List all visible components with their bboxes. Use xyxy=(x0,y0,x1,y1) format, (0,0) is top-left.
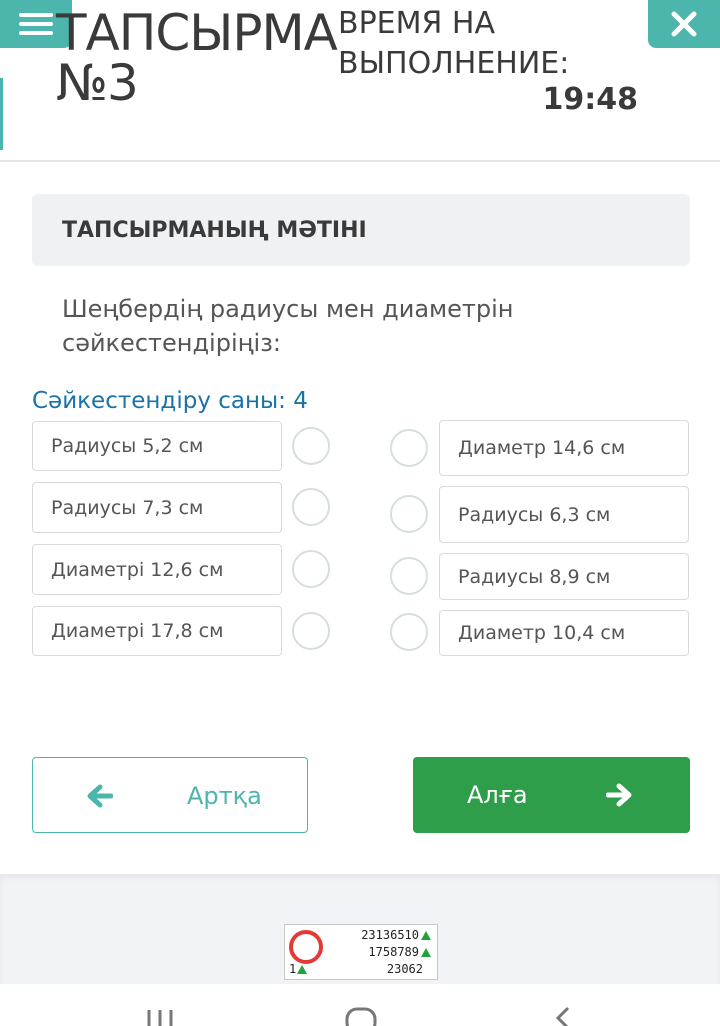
timer-value: 19:48 xyxy=(542,82,639,117)
right-radio-3[interactable] xyxy=(390,557,428,595)
back-button[interactable]: Артқа xyxy=(32,757,308,833)
next-button[interactable]: Алға xyxy=(413,757,690,833)
close-icon xyxy=(671,11,697,37)
close-button[interactable] xyxy=(648,0,720,48)
arrow-left-icon xyxy=(87,784,113,808)
next-button-label: Алға xyxy=(467,781,528,809)
counter-line-3: 23062 xyxy=(386,962,423,976)
task-title-line1: ТАПСЫРМА xyxy=(56,4,338,62)
right-option-2[interactable]: Радиусы 6,3 см xyxy=(439,486,689,543)
left-radio-3[interactable] xyxy=(292,550,330,588)
left-radio-4[interactable] xyxy=(292,612,330,650)
counter-line-2: 1758789 xyxy=(368,945,431,959)
right-option-4[interactable]: Диаметр 10,4 см xyxy=(439,610,689,656)
back-nav-icon[interactable] xyxy=(550,1004,574,1026)
right-option-1[interactable]: Диаметр 14,6 см xyxy=(439,420,689,476)
match-count: Сәйкестендіру саны: 4 xyxy=(32,388,308,414)
left-option-2[interactable]: Радиусы 7,3 см xyxy=(32,482,282,533)
home-icon[interactable] xyxy=(344,1004,378,1026)
counter-online: 1 xyxy=(289,962,308,976)
counter-line-1: 23136510 xyxy=(361,928,431,942)
side-accent-bar xyxy=(0,78,3,150)
right-option-3[interactable]: Радиусы 8,9 см xyxy=(439,553,689,600)
left-radio-1[interactable] xyxy=(292,427,330,465)
section-heading: ТАПСЫРМАНЫҢ МӘТІНІ xyxy=(32,194,690,266)
counter-logo-ring xyxy=(289,930,323,964)
hamburger-icon xyxy=(19,13,53,35)
header-divider xyxy=(0,160,720,162)
left-radio-2[interactable] xyxy=(292,488,330,526)
left-option-1[interactable]: Радиусы 5,2 см xyxy=(32,421,282,471)
task-title-line2: №3 xyxy=(56,54,139,112)
task-title: ТАПСЫРМА №3 xyxy=(56,4,338,112)
time-label: ВРЕМЯ НА ВЫПОЛНЕНИЕ: xyxy=(338,4,569,84)
time-label-line1: ВРЕМЯ НА xyxy=(338,6,495,41)
right-radio-2[interactable] xyxy=(390,495,428,533)
arrow-right-icon xyxy=(606,783,632,807)
recent-apps-icon[interactable] xyxy=(145,1004,175,1026)
question-text: Шеңбердің радиусы мен диаметрін сәйкесте… xyxy=(62,295,514,357)
right-radio-4[interactable] xyxy=(390,613,428,651)
right-radio-1[interactable] xyxy=(390,429,428,467)
back-button-label: Артқа xyxy=(187,782,262,810)
left-option-4[interactable]: Диаметрі 17,8 см xyxy=(32,606,282,656)
left-option-3[interactable]: Диаметрі 12,6 см xyxy=(32,544,282,595)
time-label-line2: ВЫПОЛНЕНИЕ: xyxy=(338,46,570,81)
visitor-counter-widget[interactable]: 23136510 1758789 1 23062 xyxy=(284,924,438,980)
system-nav-bar xyxy=(0,984,720,1026)
